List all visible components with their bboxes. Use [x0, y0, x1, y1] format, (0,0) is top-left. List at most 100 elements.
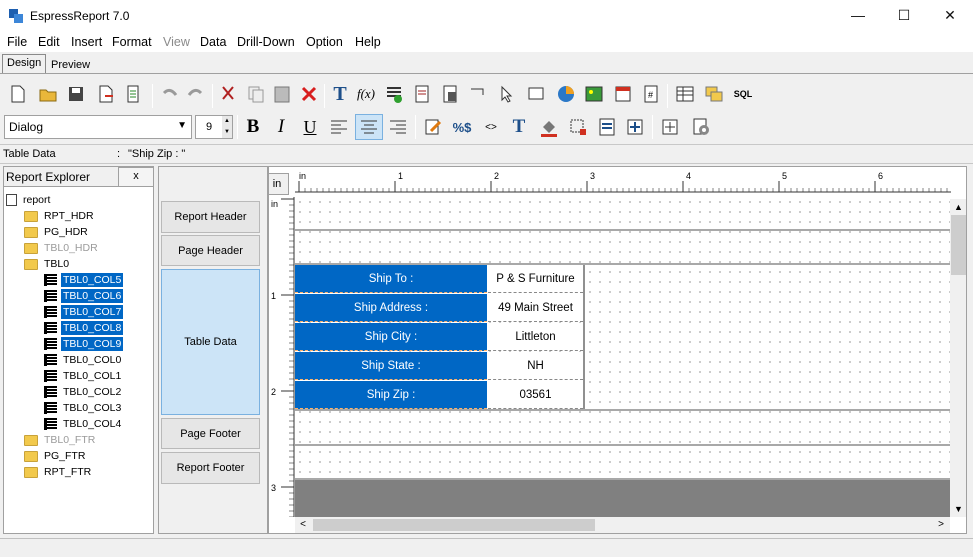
- open-folder-icon[interactable]: [36, 82, 60, 106]
- number-format-icon[interactable]: %$: [450, 115, 474, 139]
- redo-icon[interactable]: [184, 82, 208, 106]
- tree-node-tbl0_col0[interactable]: TBL0_COL0: [4, 352, 153, 368]
- paste-icon[interactable]: [270, 82, 294, 106]
- report-wizard-icon[interactable]: [122, 82, 146, 106]
- tree-node-rpt_hdr[interactable]: RPT_HDR: [4, 208, 153, 224]
- menu-insert[interactable]: Insert: [71, 35, 102, 49]
- copy-icon[interactable]: [244, 82, 268, 106]
- undo-icon[interactable]: [157, 82, 181, 106]
- insert-page-icon[interactable]: [438, 82, 462, 106]
- tree-node-tbl0_col4[interactable]: TBL0_COL4: [4, 416, 153, 432]
- edit-text-icon[interactable]: [421, 115, 445, 139]
- tree-node-tbl0_col3[interactable]: TBL0_COL3: [4, 400, 153, 416]
- tree-node-rpt_ftr[interactable]: RPT_FTR: [4, 464, 153, 480]
- table-options-icon[interactable]: [673, 82, 697, 106]
- section-report-header[interactable]: Report Header: [161, 201, 260, 233]
- section-page-footer[interactable]: Page Footer: [161, 418, 260, 449]
- section-page-header[interactable]: Page Header: [161, 235, 260, 266]
- tab-preview[interactable]: Preview: [47, 57, 94, 76]
- insert-column-icon[interactable]: [382, 82, 406, 106]
- explorer-close-button[interactable]: x: [118, 167, 154, 187]
- sql-icon[interactable]: SQL: [731, 82, 755, 106]
- tree-node-tbl0_col2[interactable]: TBL0_COL2: [4, 384, 153, 400]
- close-button[interactable]: ✕: [927, 0, 973, 32]
- menu-view[interactable]: View: [163, 35, 190, 49]
- tree-node-tbl0_hdr[interactable]: TBL0_HDR: [4, 240, 153, 256]
- underline-icon[interactable]: U: [298, 115, 322, 139]
- menu-option[interactable]: Option: [306, 35, 343, 49]
- scroll-left-icon[interactable]: <: [295, 517, 311, 533]
- horizontal-scroll-thumb[interactable]: [313, 519, 595, 531]
- section-report-footer[interactable]: Report Footer: [161, 452, 260, 484]
- italic-icon[interactable]: I: [269, 115, 293, 139]
- bold-icon[interactable]: B: [241, 115, 265, 139]
- tree-node-pg_hdr[interactable]: PG_HDR: [4, 224, 153, 240]
- table-label-cell[interactable]: Ship State :: [295, 352, 487, 380]
- scroll-right-icon[interactable]: >: [933, 517, 949, 533]
- table-label-cell[interactable]: Ship To :: [295, 265, 487, 293]
- insert-label-icon[interactable]: T: [328, 82, 352, 106]
- vertical-scroll-thumb[interactable]: [951, 215, 966, 275]
- unit-toggle-button[interactable]: in: [269, 173, 289, 195]
- minimize-button[interactable]: —: [835, 0, 881, 32]
- cut-icon[interactable]: [216, 82, 240, 106]
- insert-subreport-icon[interactable]: [410, 82, 434, 106]
- insert-rectangle-icon[interactable]: [524, 82, 548, 106]
- table-value-cell[interactable]: NH: [488, 352, 583, 380]
- table-value-cell[interactable]: 49 Main Street: [488, 294, 583, 322]
- new-file-icon[interactable]: [6, 82, 30, 106]
- property-value[interactable]: "Ship Zip : ": [128, 148, 185, 160]
- tree-node-tbl0_col6[interactable]: TBL0_COL6: [4, 288, 153, 304]
- tree-node-tbl0[interactable]: TBL0: [4, 256, 153, 272]
- border-icon[interactable]: [566, 115, 590, 139]
- pointer-icon[interactable]: [494, 82, 518, 106]
- insert-line-icon[interactable]: [466, 82, 490, 106]
- export-icon[interactable]: [94, 82, 118, 106]
- vertical-scrollbar[interactable]: ▲ ▼: [950, 199, 966, 517]
- fill-color-icon[interactable]: [537, 115, 561, 139]
- tree-root[interactable]: report: [4, 192, 153, 208]
- move-icon[interactable]: [658, 115, 682, 139]
- align-right-icon[interactable]: [386, 115, 410, 139]
- insert-date-icon[interactable]: [611, 82, 635, 106]
- table-value-cell[interactable]: Littleton: [488, 323, 583, 351]
- menu-edit[interactable]: Edit: [38, 35, 60, 49]
- data-source-icon[interactable]: [702, 82, 726, 106]
- settings-gear-icon[interactable]: [689, 115, 713, 139]
- tree-node-tbl0_ftr[interactable]: TBL0_FTR: [4, 432, 153, 448]
- tree-node-tbl0_col7[interactable]: TBL0_COL7: [4, 304, 153, 320]
- html-tag-icon[interactable]: <>: [479, 115, 503, 139]
- resize-icon[interactable]: [623, 115, 647, 139]
- tree-node-tbl0_col1[interactable]: TBL0_COL1: [4, 368, 153, 384]
- insert-page-number-icon[interactable]: #: [639, 82, 663, 106]
- report-layout[interactable]: Ship To :P & S Furniture Ship Address :49…: [295, 197, 951, 517]
- insert-chart-icon[interactable]: [554, 82, 578, 106]
- align-left-icon[interactable]: [327, 115, 351, 139]
- delete-icon[interactable]: [297, 82, 321, 106]
- tree-node-tbl0_col8[interactable]: TBL0_COL8: [4, 320, 153, 336]
- table-value-cell[interactable]: 03561: [488, 381, 583, 409]
- table-label-cell[interactable]: Ship Address :: [295, 294, 487, 322]
- properties-icon[interactable]: [595, 115, 619, 139]
- save-icon[interactable]: [64, 82, 88, 106]
- menu-format[interactable]: Format: [112, 35, 152, 49]
- text-color-icon[interactable]: T: [507, 115, 531, 139]
- scroll-up-icon[interactable]: ▲: [950, 199, 966, 215]
- section-table-data[interactable]: Table Data: [161, 269, 260, 415]
- horizontal-scrollbar[interactable]: < >: [295, 517, 950, 533]
- menu-file[interactable]: File: [7, 35, 27, 49]
- tab-design[interactable]: Design: [2, 54, 47, 73]
- menu-data[interactable]: Data: [200, 35, 226, 49]
- maximize-button[interactable]: ☐: [881, 0, 927, 32]
- menu-drill-down[interactable]: Drill-Down: [237, 35, 295, 49]
- table-label-cell[interactable]: Ship Zip :: [295, 381, 487, 409]
- menu-help[interactable]: Help: [355, 35, 381, 49]
- tree-node-pg_ftr[interactable]: PG_FTR: [4, 448, 153, 464]
- table-value-cell[interactable]: P & S Furniture: [488, 265, 583, 293]
- tree-node-tbl0_col9[interactable]: TBL0_COL9: [4, 336, 153, 352]
- align-center-icon[interactable]: [355, 114, 383, 140]
- scroll-down-icon[interactable]: ▼: [950, 501, 966, 517]
- tree-node-tbl0_col5[interactable]: TBL0_COL5: [4, 272, 153, 288]
- table-label-cell[interactable]: Ship City :: [295, 323, 487, 351]
- insert-image-icon[interactable]: [582, 82, 606, 106]
